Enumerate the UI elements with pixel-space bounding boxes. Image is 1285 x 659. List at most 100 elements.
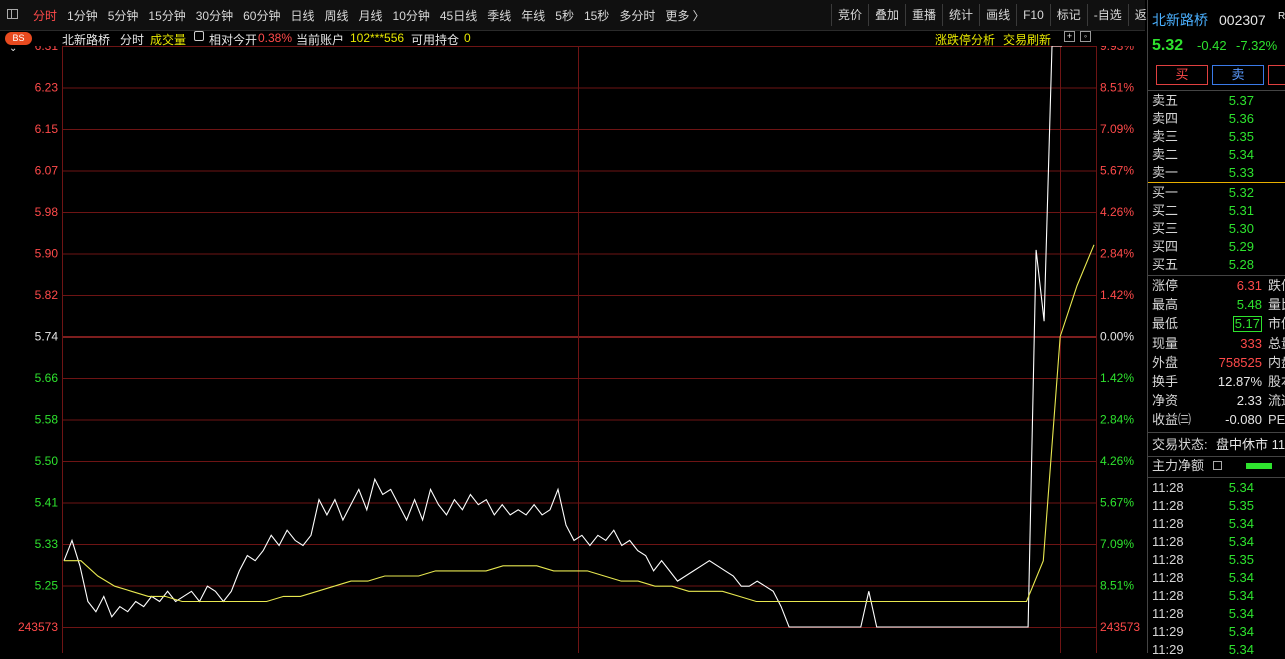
bid-row[interactable]: 买五 5.28 <box>1152 256 1285 274</box>
stat-extra: 量比 <box>1268 297 1285 313</box>
ask-row[interactable]: 卖二 5.34 <box>1152 146 1285 164</box>
period-tab-11[interactable]: 季线 <box>482 7 516 24</box>
period-tab-10[interactable]: 45日线 <box>435 7 482 24</box>
stat-extra: PE <box>1268 412 1285 428</box>
tick-time: 11:28 <box>1152 570 1184 585</box>
stat-extra: 跌停 <box>1268 278 1285 293</box>
period-tab-3[interactable]: 15分钟 <box>143 7 190 24</box>
stat-row: 最低 5.17 市值 <box>1152 315 1285 333</box>
stat-row: 外盘 758525 内盘 <box>1152 354 1285 372</box>
period-tab-7[interactable]: 周线 <box>319 7 353 24</box>
book-price: 5.33 <box>1228 165 1254 180</box>
tick-time: 11:28 <box>1152 480 1184 495</box>
tick-time: 11:28 <box>1152 534 1184 549</box>
stat-row: 净资 2.33 流通 <box>1152 392 1285 410</box>
quote-header: 北新路桥 002307 R <box>1152 11 1285 29</box>
tool-button-2[interactable]: 重播 <box>905 4 942 26</box>
tick-row: 11:28 5.34 <box>1152 533 1285 551</box>
plus-icon[interactable]: + <box>1064 31 1075 42</box>
more-button[interactable] <box>1268 65 1285 85</box>
period-tab-15[interactable]: 多分时 <box>614 7 660 24</box>
ask-row[interactable]: 卖五 5.37 <box>1152 92 1285 110</box>
book-price: 5.34 <box>1228 147 1254 162</box>
tool-button-0[interactable]: 竞价 <box>831 4 868 26</box>
price-tick-label: 5.82 <box>35 288 59 302</box>
percent-tick-label: 8.51% <box>1100 579 1134 593</box>
stat-label: 外盘 <box>1152 354 1179 370</box>
sell-button[interactable]: 卖 <box>1212 65 1264 85</box>
chart-grid <box>62 46 1097 653</box>
tool-button-1[interactable]: 叠加 <box>868 4 905 26</box>
tick-price: 5.34 <box>1228 516 1254 531</box>
ask-row[interactable]: 卖四 5.36 <box>1152 110 1285 128</box>
buy-button[interactable]: 买 <box>1156 65 1208 85</box>
book-label: 卖四 <box>1152 111 1179 126</box>
tool-button-4[interactable]: 画线 <box>979 4 1016 26</box>
period-tab-0[interactable]: 分时 <box>28 7 62 24</box>
bid-row[interactable]: 买一 5.32 <box>1152 184 1285 202</box>
book-price: 5.29 <box>1228 239 1254 254</box>
stat-value: 12.87% <box>1217 374 1262 389</box>
tool-button-6[interactable]: 标记 <box>1049 4 1087 26</box>
book-label: 卖一 <box>1152 165 1179 180</box>
stat-value: 333 <box>1240 335 1262 351</box>
period-tab-14[interactable]: 15秒 <box>579 7 614 24</box>
period-tab-2[interactable]: 5分钟 <box>103 7 144 24</box>
intraday-chart[interactable]: 6.31 6.23 6.15 6.07 5.98 5.90 5.82 5.74 5.66 5.58… <box>0 46 1146 653</box>
tick-price: 5.34 <box>1228 570 1254 585</box>
stat-label: 收益㈢ <box>1152 412 1192 428</box>
stat-label: 净资 <box>1152 393 1179 409</box>
book-label: 买二 <box>1152 203 1179 218</box>
capital-bar <box>1246 463 1272 469</box>
period-tab-9[interactable]: 10分钟 <box>388 7 435 24</box>
period-tab-4[interactable]: 30分钟 <box>191 7 238 24</box>
tool-button-3[interactable]: 统计 <box>942 4 979 26</box>
ask-row[interactable]: 卖一 5.33 <box>1152 164 1285 182</box>
layout-icon[interactable] <box>7 9 18 19</box>
period-tab-1[interactable]: 1分钟 <box>62 7 103 24</box>
bid-row[interactable]: 买三 5.30 <box>1152 220 1285 238</box>
period-tab-16[interactable]: 更多 〉 <box>660 7 709 24</box>
tick-row: 11:29 5.34 <box>1152 623 1285 641</box>
ask-row[interactable]: 卖三 5.35 <box>1152 128 1285 146</box>
stat-extra: 股本 <box>1268 374 1285 389</box>
tick-row: 11:28 5.35 <box>1152 497 1285 515</box>
price-tick-label: 6.07 <box>35 164 59 178</box>
tick-price: 5.34 <box>1228 642 1254 657</box>
list-icon[interactable] <box>1213 461 1222 470</box>
book-label: 买一 <box>1152 185 1179 200</box>
book-label: 买三 <box>1152 221 1179 236</box>
camera-icon[interactable] <box>194 31 204 41</box>
percent-axis: 9.93% 8.51% 7.09% 5.67% 4.26% 2.84% 1.42% 0.00%… <box>1100 46 1140 634</box>
period-tab-8[interactable]: 月线 <box>354 7 388 24</box>
stat-row: 最高 5.48 量比 <box>1152 296 1285 314</box>
tick-price: 5.34 <box>1228 588 1254 603</box>
tick-price: 5.35 <box>1228 498 1254 513</box>
tick-row: 11:28 5.35 <box>1152 551 1285 569</box>
panel-stock-name[interactable]: 北新路桥 <box>1152 11 1208 29</box>
period-tab-12[interactable]: 年线 <box>516 7 550 24</box>
tick-time: 11:28 <box>1152 498 1184 513</box>
percent-tick-label: 1.42% <box>1100 371 1134 385</box>
book-label: 卖五 <box>1152 93 1179 108</box>
bid-row[interactable]: 买二 5.31 <box>1152 202 1285 220</box>
tick-row: 11:28 5.34 <box>1152 515 1285 533</box>
tick-price: 5.34 <box>1228 606 1254 621</box>
tick-time: 11:29 <box>1152 624 1184 639</box>
price-tick-label: 5.50 <box>35 454 59 468</box>
quote-panel: 北新路桥 002307 R 5.32 -0.42 -7.32% 买 卖 卖五 5.… <box>1147 0 1285 657</box>
price-change-pct: -7.32% <box>1236 38 1278 53</box>
period-tab-6[interactable]: 日线 <box>285 7 319 24</box>
period-tabs: 分时 1分钟 5分钟 15分钟 30分钟 60分钟 日线 周线 月线 10分钟 45日线 季线 年线 5秒… <box>28 0 710 30</box>
settings-icon[interactable]: ◦ <box>1080 31 1091 42</box>
tick-price: 5.35 <box>1228 552 1254 567</box>
tool-button-7[interactable]: -自选 <box>1086 4 1128 26</box>
trade-status: 交易状态: 盘中休市 11 <box>1152 436 1285 454</box>
price-tick-label: 5.41 <box>35 496 59 510</box>
bid-row[interactable]: 买四 5.29 <box>1152 238 1285 256</box>
stat-label: 最低 <box>1152 316 1179 332</box>
tool-button-5[interactable]: F10 <box>1016 4 1050 26</box>
price-tick-label: 6.31 <box>35 46 59 53</box>
period-tab-5[interactable]: 60分钟 <box>238 7 285 24</box>
period-tab-13[interactable]: 5秒 <box>550 7 579 24</box>
